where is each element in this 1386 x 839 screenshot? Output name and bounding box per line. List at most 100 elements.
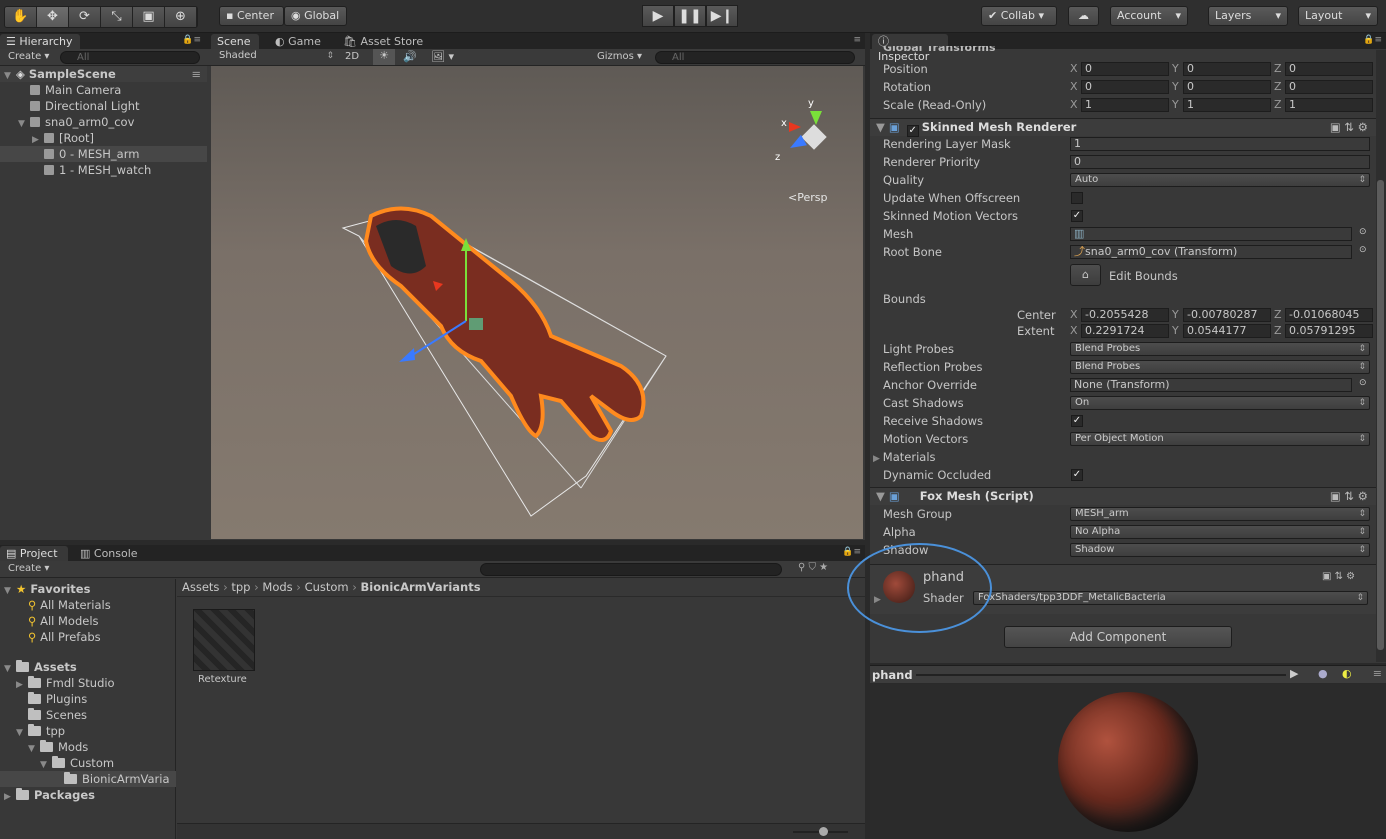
mesh-picker-icon[interactable]: ⊙ — [1359, 227, 1367, 237]
hand-tool-icon[interactable]: ✋ — [5, 7, 37, 27]
play-button[interactable]: ▶ — [642, 5, 674, 27]
perspective-label[interactable]: <Persp — [788, 191, 827, 204]
rendering-layer-mask-field[interactable]: 1 — [1070, 137, 1370, 151]
step-button[interactable]: ▶❙ — [706, 5, 738, 27]
add-component-button[interactable]: Add Component — [1004, 626, 1232, 648]
fox-mesh-header[interactable]: ▼ ▣ Fox Mesh (Script) ▣ ⇅ ⚙ — [870, 487, 1376, 505]
tab-project[interactable]: ▤ Project — [0, 546, 68, 561]
tab-hierarchy[interactable]: ☰ Hierarchy — [0, 34, 80, 49]
renderer-priority-field[interactable]: 0 — [1070, 155, 1370, 169]
anchor-override-field[interactable]: None (Transform) — [1070, 378, 1352, 392]
favorites-header[interactable]: ▼ ★ Favorites — [4, 581, 90, 597]
gizmos-dropdown[interactable]: Gizmos ▾ — [597, 51, 642, 62]
transform-x-field[interactable]: 0 — [1081, 80, 1169, 94]
shadow-dropdown[interactable]: Shadow — [1070, 543, 1370, 557]
rotate-tool-icon[interactable]: ⟳ — [69, 7, 101, 27]
breadcrumb-item[interactable]: tpp — [231, 580, 250, 594]
bounds-center-x-field[interactable]: -0.2055428 — [1081, 308, 1169, 322]
project-search-input[interactable] — [480, 563, 782, 576]
scene-menu-icon[interactable]: ≡ — [853, 35, 861, 45]
orientation-gizmo[interactable]: y x z — [775, 98, 841, 168]
shader-dropdown[interactable]: FoxShaders/tpp3DDF_MetalicBacteria — [973, 591, 1368, 605]
skinned-mesh-renderer-header[interactable]: ▼ ▣ ✓ Skinned Mesh Renderer ▣ ⇅ ⚙ — [870, 118, 1376, 137]
transform-tool-icon[interactable]: ⊕ — [165, 7, 197, 27]
preview-menu-icon[interactable]: ≡ — [1373, 667, 1382, 680]
asset-folder[interactable]: BionicArmVaria — [0, 771, 176, 787]
update-offscreen-checkbox[interactable] — [1071, 192, 1083, 204]
transform-x-field[interactable]: 1 — [1081, 98, 1169, 112]
transform-z-field[interactable]: 0 — [1285, 80, 1373, 94]
scale-tool-icon[interactable]: ⤡ — [101, 7, 133, 27]
project-create-button[interactable]: Create ▾ — [8, 563, 49, 574]
lighting-toggle-icon[interactable]: ☀ — [373, 49, 395, 65]
anchor-picker-icon[interactable]: ⊙ — [1359, 378, 1367, 388]
hierarchy-item[interactable]: Directional Light — [0, 98, 207, 114]
motion-vectors-dropdown[interactable]: Per Object Motion — [1070, 432, 1370, 446]
asset-folder[interactable]: ▼ Mods — [0, 739, 176, 755]
alpha-dropdown[interactable]: No Alpha — [1070, 525, 1370, 539]
cloud-icon[interactable]: ☁ — [1068, 6, 1099, 26]
preview-play-icon[interactable]: ▶ — [1290, 667, 1298, 680]
root-bone-picker-icon[interactable]: ⊙ — [1359, 245, 1367, 255]
breadcrumb-item[interactable]: BionicArmVariants — [361, 580, 481, 594]
transform-z-field[interactable]: 1 — [1285, 98, 1373, 112]
material-preview-area[interactable] — [870, 684, 1386, 839]
material-settings-icon[interactable]: ▣ ⇅ ⚙ — [1322, 571, 1355, 582]
edit-bounds-button[interactable]: ⌂ — [1070, 264, 1101, 286]
pause-button[interactable]: ❚❚ — [674, 5, 706, 27]
transform-y-field[interactable]: 0 — [1183, 80, 1271, 94]
dynamic-occluded-checkbox[interactable]: ✓ — [1071, 469, 1083, 481]
favorite-item[interactable]: ⚲ All Models — [28, 613, 99, 629]
hierarchy-search-input[interactable]: All — [60, 51, 200, 64]
packages-header[interactable]: ▶ Packages — [4, 787, 95, 803]
layers-dropdown[interactable]: Layers ▾ — [1208, 6, 1288, 26]
asset-folder[interactable]: ▶ Fmdl Studio — [0, 675, 176, 691]
pivot-global-button[interactable]: ◉ Global — [284, 6, 347, 26]
favorite-item[interactable]: ⚲ All Materials — [28, 597, 111, 613]
tab-asset-store[interactable]: 🛍 Asset Store — [337, 34, 429, 49]
z-axis-handle[interactable] — [399, 348, 415, 362]
asset-folder[interactable]: Scenes — [0, 707, 176, 723]
hierarchy-item[interactable]: 0 - MESH_arm — [0, 146, 207, 162]
hierarchy-item[interactable]: ▼ sna0_arm0_cov — [0, 114, 207, 130]
inspector-menu-icon[interactable]: 🔒≡ — [1363, 35, 1382, 45]
scene-menu-icon[interactable]: ≡ — [191, 66, 201, 82]
asset-name-label[interactable]: Retexture — [198, 674, 247, 685]
asset-folder[interactable]: ▼ Custom — [0, 755, 176, 771]
tab-scene[interactable]: Scene — [211, 34, 259, 49]
bounds-center-z-field[interactable]: -0.01068045 — [1285, 308, 1373, 322]
component-settings-icon[interactable]: ▣ ⇅ ⚙ — [1330, 488, 1368, 505]
mesh-field[interactable]: ▥ — [1070, 227, 1352, 241]
favorite-item[interactable]: ⚲ All Prefabs — [28, 629, 101, 645]
scene-root-row[interactable]: ▼ ◈ SampleScene ≡ — [0, 66, 207, 82]
breadcrumb-item[interactable]: Assets — [182, 580, 219, 594]
audio-toggle-icon[interactable]: 🔊 — [403, 50, 417, 63]
reflection-probes-dropdown[interactable]: Blend Probes — [1070, 360, 1370, 374]
preview-sphere-icon[interactable]: ● — [1318, 667, 1328, 680]
bounds-center-y-field[interactable]: -0.00780287 — [1183, 308, 1271, 322]
layout-dropdown[interactable]: Layout ▾ — [1298, 6, 1378, 26]
hierarchy-item[interactable]: Main Camera — [0, 82, 207, 98]
skinned-motion-vectors-checkbox[interactable]: ✓ — [1071, 210, 1083, 222]
quality-dropdown[interactable]: Auto — [1070, 173, 1370, 187]
effects-dropdown-icon[interactable]: 🖼 ▾ — [431, 50, 454, 63]
2d-toggle[interactable]: 2D — [345, 51, 359, 62]
asset-folder[interactable]: ▼ tpp — [0, 723, 176, 739]
panel-menu-icon[interactable]: 🔒≡ — [182, 35, 201, 45]
hierarchy-item[interactable]: ▶ [Root] — [0, 130, 207, 146]
bounds-extent-y-field[interactable]: 0.0544177 — [1183, 324, 1271, 338]
mesh-group-dropdown[interactable]: MESH_arm — [1070, 507, 1370, 521]
receive-shadows-checkbox[interactable]: ✓ — [1071, 415, 1083, 427]
light-probes-dropdown[interactable]: Blend Probes — [1070, 342, 1370, 356]
asset-folder[interactable]: Plugins — [0, 691, 176, 707]
hierarchy-item[interactable]: 1 - MESH_watch — [0, 162, 207, 178]
cast-shadows-dropdown[interactable]: On — [1070, 396, 1370, 410]
scene-search-input[interactable]: All — [655, 51, 855, 64]
tab-console[interactable]: ▥ Console — [74, 546, 144, 561]
filter-icons[interactable]: ⚲ ⛉ ★ — [798, 562, 828, 573]
breadcrumb-item[interactable]: Custom — [305, 580, 349, 594]
bounds-extent-z-field[interactable]: 0.05791295 — [1285, 324, 1373, 338]
root-bone-field[interactable]: ⤴sna0_arm0_cov (Transform) — [1070, 245, 1352, 259]
account-dropdown[interactable]: Account ▾ — [1110, 6, 1188, 26]
transform-z-field[interactable]: 0 — [1285, 62, 1373, 76]
